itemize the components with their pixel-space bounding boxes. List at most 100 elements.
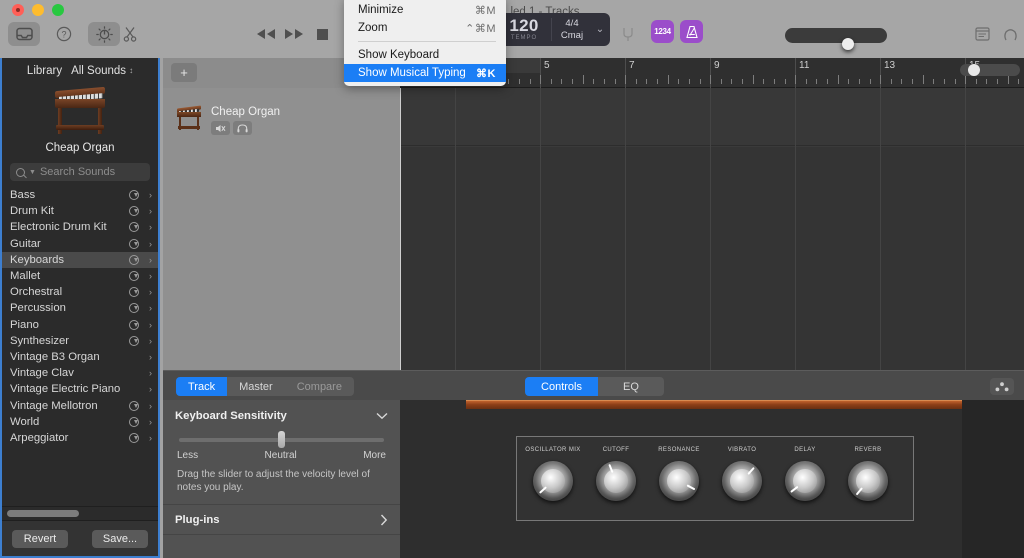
library-toggle-button[interactable] (8, 22, 40, 46)
download-icon[interactable] (129, 190, 139, 201)
download-icon[interactable] (129, 238, 139, 249)
chevron-right-icon[interactable]: › (145, 255, 152, 265)
signature-display[interactable]: 4/4 Cmaj (552, 18, 592, 42)
plugins-section-header[interactable]: Plug-ins (163, 505, 400, 535)
zoom-slider-knob[interactable] (968, 64, 980, 76)
keyboard-sensitivity-header[interactable]: Keyboard Sensitivity (175, 410, 388, 422)
count-in-button[interactable]: 1234 (651, 20, 674, 43)
tab-controls[interactable]: Controls (525, 377, 598, 396)
download-icon[interactable] (129, 287, 139, 298)
window-menu-dropdown[interactable]: Minimize ⌘M Zoom ⌃⌘M Show Keyboard Show … (344, 0, 506, 86)
download-icon[interactable] (129, 319, 139, 330)
knob-cutoff[interactable] (596, 461, 636, 501)
knob-resonance[interactable] (659, 461, 699, 501)
track-lane[interactable] (400, 88, 1024, 146)
chevron-right-icon[interactable]: › (145, 433, 152, 443)
chevron-right-icon[interactable]: › (145, 368, 152, 378)
library-filter-select[interactable]: All Sounds ↕ (71, 65, 133, 77)
library-category-list[interactable]: Bass › Drum Kit › Electronic Drum Kit › Guitar… (2, 187, 158, 506)
tab-track[interactable]: Track (176, 377, 228, 396)
library-item-vintage-electric-piano[interactable]: Vintage Electric Piano › (2, 381, 158, 397)
smart-controls-right-tabs[interactable]: Controls EQ (525, 377, 664, 396)
library-item-percussion[interactable]: Percussion › (2, 300, 158, 316)
tempo-display[interactable]: 120 TEMPO (498, 17, 552, 41)
chevron-right-icon[interactable]: › (145, 352, 152, 362)
master-volume-knob[interactable] (842, 37, 855, 50)
headphones-button[interactable] (233, 121, 252, 135)
zoom-button[interactable] (52, 4, 64, 16)
help-button[interactable]: ? (50, 22, 78, 46)
tab-eq[interactable]: EQ (598, 377, 664, 396)
menu-item-show-musical-typing[interactable]: Show Musical Typing ⌘K (344, 64, 506, 82)
download-icon[interactable] (129, 222, 139, 233)
knob-panel[interactable]: OSCILLATOR MIX CUTOFF RESONANCE VIBRATO DELA… (516, 436, 914, 521)
timeline-empty-area[interactable] (400, 147, 1024, 370)
library-item-guitar[interactable]: Guitar › (2, 236, 158, 252)
library-item-keyboards[interactable]: Keyboards › (2, 251, 158, 268)
chevron-down-icon[interactable] (376, 412, 388, 420)
download-icon[interactable] (129, 254, 139, 265)
download-icon[interactable] (129, 335, 139, 346)
chevron-right-icon[interactable]: › (145, 190, 152, 200)
chevron-right-icon[interactable]: › (145, 303, 152, 313)
chevron-right-icon[interactable]: › (145, 206, 152, 216)
stop-button[interactable] (308, 22, 336, 46)
download-icon[interactable] (129, 303, 139, 314)
library-item-world[interactable]: World › (2, 414, 158, 430)
library-horizontal-scroll-area[interactable] (2, 506, 158, 520)
chevron-right-icon[interactable]: › (145, 271, 152, 281)
expand-button[interactable] (990, 378, 1014, 395)
library-item-piano[interactable]: Piano › (2, 317, 158, 333)
library-item-bass[interactable]: Bass › (2, 187, 158, 203)
download-icon[interactable] (129, 400, 139, 411)
lcd-display[interactable]: 120 TEMPO 4/4 Cmaj ⌄ (498, 13, 610, 46)
track-row[interactable]: Cheap Organ (163, 88, 400, 146)
master-volume-slider[interactable] (785, 28, 887, 50)
notes-button[interactable] (968, 22, 996, 46)
download-icon[interactable] (129, 432, 139, 443)
knob-oscillator-mix[interactable] (533, 461, 573, 501)
download-icon[interactable] (129, 271, 139, 282)
chevron-right-icon[interactable]: › (145, 336, 152, 346)
lcd-chevron-down-icon[interactable]: ⌄ (592, 24, 608, 35)
tab-master[interactable]: Master (227, 377, 285, 396)
search-sounds-input[interactable]: ▼ Search Sounds (10, 163, 150, 181)
chevron-right-icon[interactable]: › (145, 417, 152, 427)
menu-item-show-keyboard[interactable]: Show Keyboard (344, 46, 506, 64)
library-item-arpeggiator[interactable]: Arpeggiator › (2, 430, 158, 446)
rewind-button[interactable] (252, 22, 280, 46)
editor-button[interactable] (116, 22, 144, 46)
menu-item-minimize[interactable]: Minimize ⌘M (344, 1, 506, 19)
library-item-orchestral[interactable]: Orchestral › (2, 284, 158, 300)
chevron-right-icon[interactable] (380, 514, 388, 526)
mute-button[interactable] (211, 121, 230, 135)
metronome-button[interactable] (680, 20, 703, 43)
tuner-button[interactable] (614, 22, 642, 46)
library-item-synthesizer[interactable]: Synthesizer › (2, 333, 158, 349)
keyboard-sensitivity-knob[interactable] (278, 431, 285, 448)
timeline-canvas[interactable] (400, 88, 1024, 370)
tab-compare[interactable]: Compare (284, 377, 354, 396)
knob-delay[interactable] (785, 461, 825, 501)
library-item-drum-kit[interactable]: Drum Kit › (2, 203, 158, 219)
add-track-button[interactable]: + (171, 63, 197, 82)
loop-browser-button[interactable] (996, 22, 1024, 46)
knob-vibrato[interactable] (722, 461, 762, 501)
library-horizontal-scrollbar[interactable] (7, 510, 79, 517)
chevron-right-icon[interactable]: › (145, 239, 152, 249)
chevron-right-icon[interactable]: › (145, 222, 152, 232)
download-icon[interactable] (129, 416, 139, 427)
library-item-mallet[interactable]: Mallet › (2, 268, 158, 284)
fast-forward-button[interactable] (280, 22, 308, 46)
library-item-vintage-mellotron[interactable]: Vintage Mellotron › (2, 397, 158, 413)
smart-controls-left-tabs[interactable]: Track Master Compare (176, 377, 354, 396)
chevron-right-icon[interactable]: › (145, 287, 152, 297)
library-item-vintage-b3-organ[interactable]: Vintage B3 Organ › (2, 349, 158, 365)
track-name[interactable]: Cheap Organ (211, 106, 280, 118)
revert-button[interactable]: Revert (12, 529, 68, 548)
timeline-zoom-slider[interactable] (960, 64, 1020, 76)
library-item-electronic-drum-kit[interactable]: Electronic Drum Kit › (2, 219, 158, 235)
chevron-right-icon[interactable]: › (145, 401, 152, 411)
keyboard-sensitivity-slider[interactable] (179, 431, 384, 448)
minimize-button[interactable] (32, 4, 44, 16)
